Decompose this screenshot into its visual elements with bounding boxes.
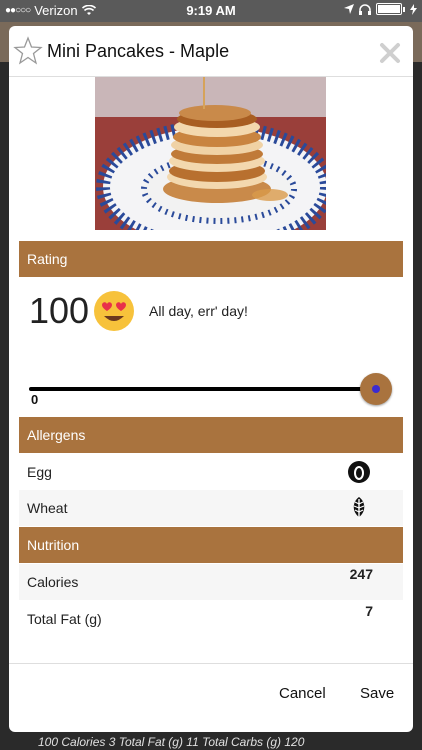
allergen-label: Egg — [27, 464, 52, 480]
nutrition-row-total-fat: Total Fat (g) 7 — [19, 601, 403, 637]
charging-bolt-icon — [410, 3, 417, 15]
allergens-section-header: Allergens — [19, 417, 403, 453]
status-right — [344, 3, 417, 15]
background-nutrition-summary: 100 Calories 3 Total Fat (g) 11 Total Ca… — [38, 735, 305, 749]
location-arrow-icon — [344, 4, 354, 14]
nutrition-value: 247 — [349, 566, 373, 582]
wheat-leaf-icon — [353, 497, 365, 519]
rating-section-header: Rating — [19, 241, 403, 277]
allergen-row-egg: Egg — [19, 454, 403, 490]
close-icon[interactable] — [379, 42, 401, 64]
modal-footer-divider — [9, 663, 413, 664]
modal-header: Mini Pancakes - Maple — [9, 26, 413, 77]
battery-icon — [376, 3, 402, 15]
egg-icon — [348, 461, 370, 483]
rating-slider-track[interactable] — [29, 387, 379, 391]
favorite-star-icon[interactable] — [13, 36, 43, 66]
status-bar: ●●○○○ Verizon 9:19 AM — [0, 0, 422, 22]
modal-title: Mini Pancakes - Maple — [47, 41, 230, 61]
allergen-label: Wheat — [27, 500, 68, 516]
allergen-row-wheat: Wheat — [19, 490, 403, 526]
nutrition-row-calories: Calories 247 — [19, 564, 403, 600]
nutrition-value: 7 — [365, 603, 373, 619]
rating-slider-thumb[interactable] — [360, 373, 392, 405]
heart-eyes-emoji-icon — [94, 291, 134, 331]
headphones-icon — [359, 3, 371, 15]
rating-value: 100 — [29, 290, 90, 331]
rating-message: All day, err' day! — [149, 303, 248, 319]
nutrition-label: Calories — [27, 574, 79, 590]
rating-slider-min-label: 0 — [31, 392, 39, 407]
food-photo — [95, 77, 326, 230]
nutrition-section-header: Nutrition — [19, 527, 403, 563]
food-detail-modal: Mini Pancakes - Maple Rating 100 All day… — [9, 26, 413, 732]
pancake-illustration — [95, 77, 326, 230]
cancel-button[interactable]: Cancel — [279, 685, 326, 702]
nutrition-label: Total Fat (g) — [27, 611, 102, 627]
battery-tip — [403, 6, 405, 12]
save-button[interactable]: Save — [360, 685, 394, 702]
